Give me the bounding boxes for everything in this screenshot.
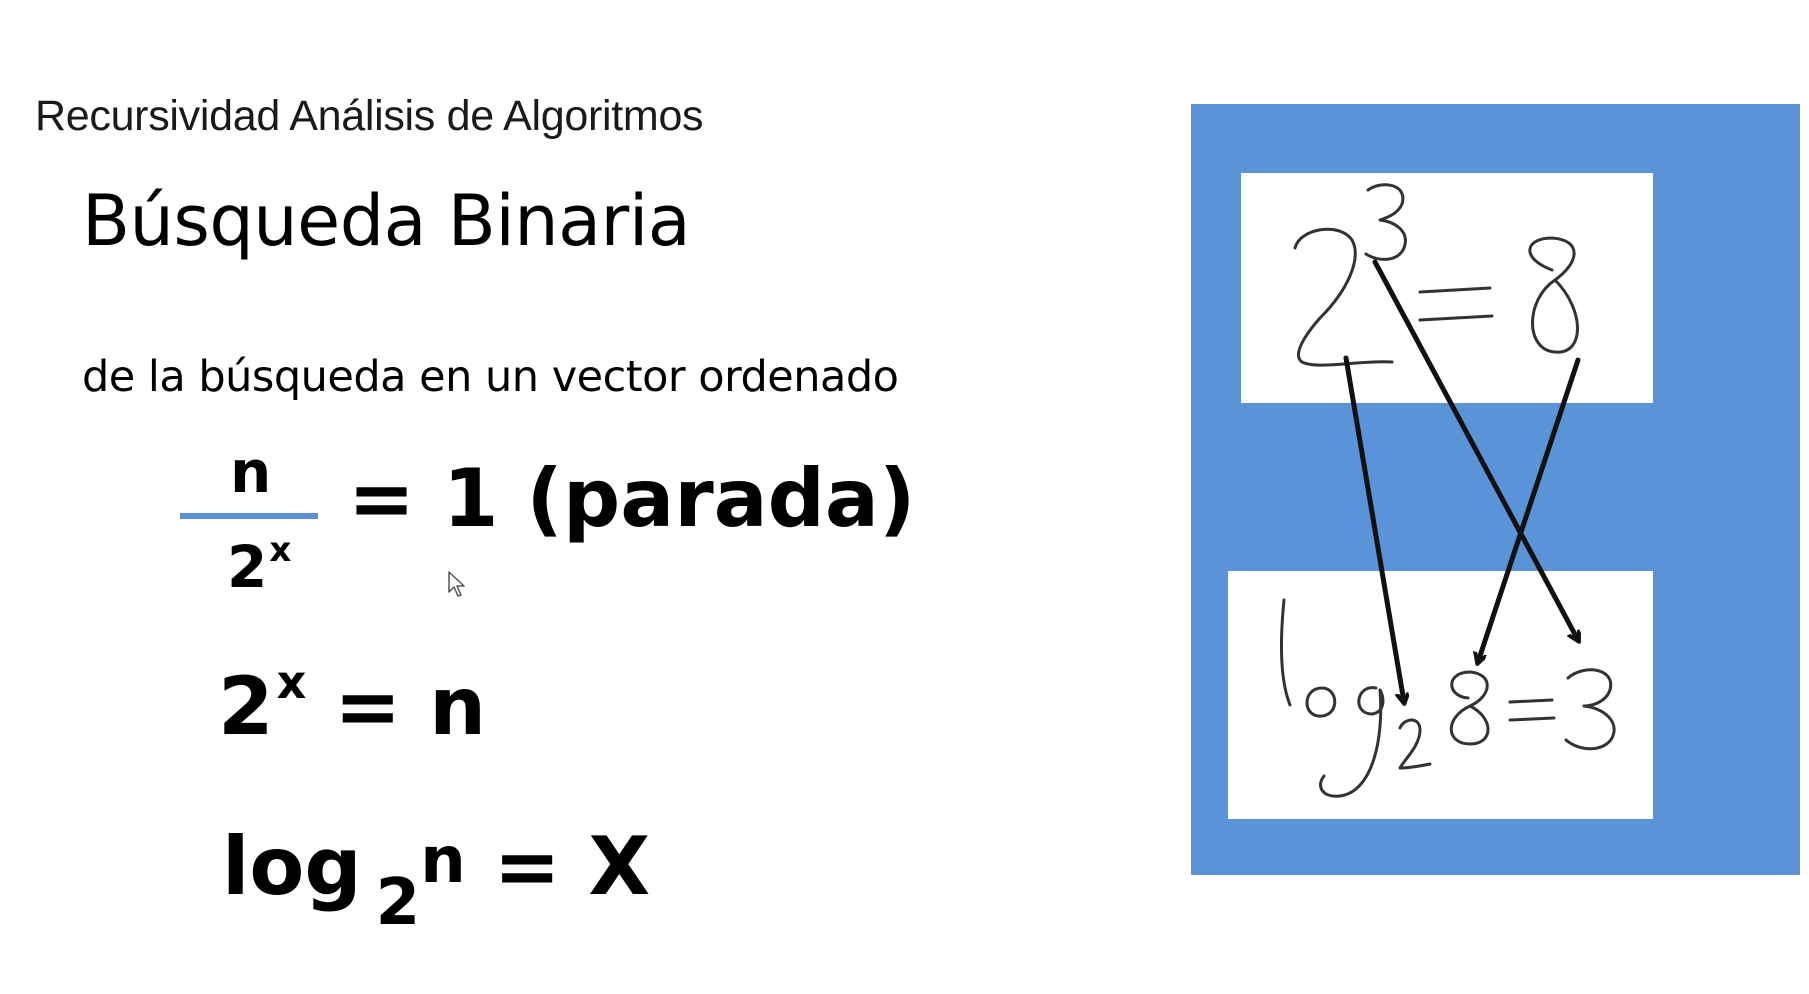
log-rhs: = X: [465, 820, 651, 913]
slide-title: Búsqueda Binaria: [82, 180, 691, 262]
fraction-bar: [180, 513, 318, 519]
log-base: 2: [375, 866, 421, 940]
power-base: 2: [218, 660, 274, 753]
log-word: log: [222, 820, 362, 913]
logarithm-box: [1228, 571, 1653, 819]
log-argument: n: [420, 824, 466, 898]
fraction-numerator: n: [230, 438, 272, 506]
power-rhs: = n: [306, 660, 487, 753]
logarithm-equation: log 2n = X: [222, 820, 650, 940]
fraction-equation-rhs: = 1 (parada): [348, 452, 916, 545]
fraction-denominator-base: 2: [227, 533, 268, 601]
fraction-denominator: 2x: [227, 530, 291, 601]
fraction-denominator-exponent: x: [269, 530, 292, 570]
power-exponent: x: [276, 655, 307, 709]
mouse-pointer-icon: [448, 571, 465, 597]
exponent-box: [1241, 173, 1653, 403]
course-title: Recursividad Análisis de Algoritmos: [35, 92, 704, 140]
power-equation: 2x = n: [218, 655, 486, 753]
slide-subtitle: de la búsqueda en un vector ordenado: [82, 352, 899, 402]
